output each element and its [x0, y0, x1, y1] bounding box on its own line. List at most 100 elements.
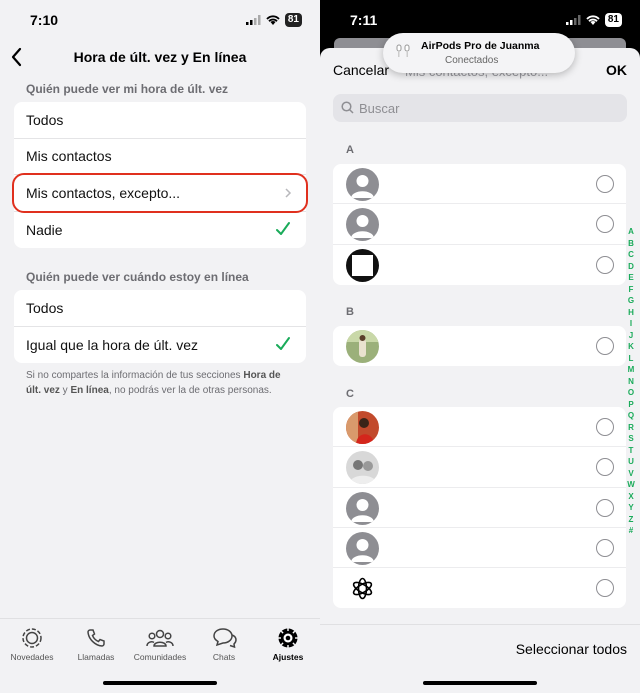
tab-updates[interactable]: Novedades [0, 627, 64, 662]
index-letter[interactable]: G [625, 295, 637, 307]
contact-row[interactable] [333, 568, 626, 608]
default-avatar-icon [346, 531, 379, 565]
contact-picker-screen: 7:11 81 Cancelar Mis contactos, excepto.… [320, 0, 640, 693]
section-title-last-seen: Quién puede ver mi hora de últ. vez [26, 82, 229, 96]
section-letter: C [346, 388, 354, 400]
tab-label: Chats [212, 652, 236, 662]
chats-icon [213, 628, 237, 649]
section-letter: B [346, 306, 354, 318]
index-letter[interactable]: P [625, 399, 637, 411]
online-option-everyone[interactable]: Todos [14, 290, 306, 327]
select-radio[interactable] [596, 215, 614, 234]
wifi-icon [266, 15, 280, 25]
status-time: 7:10 [30, 12, 59, 28]
index-letter[interactable]: I [625, 318, 637, 330]
select-radio[interactable] [596, 175, 614, 193]
online-options: Todos Igual que la hora de últ. vez [14, 290, 306, 363]
index-letter[interactable]: R [625, 422, 637, 434]
contact-row[interactable] [333, 245, 626, 285]
index-letter[interactable]: S [625, 433, 637, 445]
signal-icon [245, 15, 261, 25]
contact-row[interactable] [333, 204, 626, 245]
screen-pair: 7:10 81 Hora de últ. vez y En línea Quié… [0, 0, 640, 693]
index-letter[interactable]: J [625, 330, 637, 342]
status-icons: 81 [245, 13, 302, 27]
contact-row[interactable] [333, 407, 626, 448]
search-placeholder: Buscar [359, 101, 400, 116]
highlight-annotation [12, 173, 308, 213]
alphabet-index[interactable]: A B C D E F G H I J K L M N O P Q R S T U V W X Y Z # [625, 226, 637, 537]
index-letter[interactable]: Z [625, 514, 637, 526]
select-radio[interactable] [596, 538, 614, 557]
index-letter[interactable]: Y [625, 502, 637, 514]
select-all-button[interactable]: Seleccionar todos [516, 641, 627, 657]
section-title-online: Quién puede ver cuándo estoy en línea [26, 270, 249, 284]
battery-icon: 81 [284, 13, 302, 27]
checkmark-icon [276, 336, 290, 350]
index-letter[interactable]: Q [625, 410, 637, 422]
select-radio[interactable] [596, 337, 614, 355]
index-letter[interactable]: O [625, 387, 637, 399]
contact-row[interactable] [333, 528, 626, 569]
option-label: Todos [26, 299, 64, 316]
index-letter[interactable]: U [625, 456, 637, 468]
gear-icon [278, 628, 298, 648]
home-indicator [103, 681, 217, 685]
index-letter[interactable]: X [625, 491, 637, 503]
option-nobody[interactable]: Nadie [14, 212, 306, 249]
select-radio[interactable] [596, 418, 614, 436]
status-icons: 81 [565, 13, 622, 27]
online-option-same-as-last-seen[interactable]: Igual que la hora de últ. vez [14, 327, 306, 364]
select-radio[interactable] [596, 255, 614, 274]
tab-communities[interactable]: Comunidades [128, 627, 192, 662]
option-label: Mis contactos [26, 148, 112, 165]
index-letter[interactable]: T [625, 445, 637, 457]
status-bar: 7:10 81 [0, 0, 320, 40]
contact-row[interactable] [333, 164, 626, 205]
index-letter[interactable]: F [625, 284, 637, 296]
communities-icon [146, 629, 174, 647]
phone-icon [87, 629, 105, 647]
index-letter[interactable]: A [625, 226, 637, 238]
index-letter[interactable]: # [625, 525, 637, 537]
index-letter[interactable]: M [625, 364, 637, 376]
contact-group-b [333, 326, 626, 367]
default-avatar-icon [346, 491, 379, 525]
footnote-text: , no podrás ver la de otras personas. [108, 385, 272, 396]
option-label: Igual que la hora de últ. vez [26, 336, 199, 353]
index-letter[interactable]: C [625, 249, 637, 261]
default-avatar-icon [346, 168, 379, 201]
index-letter[interactable]: K [625, 341, 637, 353]
default-avatar-icon [346, 208, 379, 242]
index-letter[interactable]: H [625, 307, 637, 319]
section-letter: A [346, 144, 354, 156]
option-my-contacts[interactable]: Mis contactos [14, 139, 306, 175]
tab-calls[interactable]: Llamadas [64, 627, 128, 662]
footnote: Si no compartes la información de tus se… [26, 368, 296, 398]
tab-label: Llamadas [77, 652, 115, 662]
select-radio[interactable] [596, 498, 614, 517]
tab-chats[interactable]: Chats [192, 627, 256, 662]
cancel-button[interactable]: Cancelar [333, 62, 389, 78]
index-letter[interactable]: L [625, 353, 637, 365]
contact-group-c [333, 407, 626, 609]
tab-settings[interactable]: Ajustes [256, 627, 320, 662]
option-everyone[interactable]: Todos [14, 102, 306, 139]
index-letter[interactable]: N [625, 376, 637, 388]
index-letter[interactable]: E [625, 272, 637, 284]
index-letter[interactable]: V [625, 468, 637, 480]
index-letter[interactable]: W [625, 479, 637, 491]
toast-subtitle: Conectados [445, 55, 499, 66]
chatgpt-logo-icon [346, 572, 379, 606]
search-input[interactable]: Buscar [333, 94, 627, 122]
index-letter[interactable]: D [625, 261, 637, 273]
contact-row[interactable] [333, 326, 626, 366]
contact-row[interactable] [333, 447, 626, 488]
select-radio[interactable] [596, 458, 614, 477]
index-letter[interactable]: B [625, 238, 637, 250]
option-label: Nadie [26, 221, 63, 238]
toast-title: AirPods Pro de Juanma [421, 40, 540, 52]
select-radio[interactable] [596, 579, 614, 598]
contact-row[interactable] [333, 488, 626, 528]
ok-button[interactable]: OK [606, 62, 627, 78]
